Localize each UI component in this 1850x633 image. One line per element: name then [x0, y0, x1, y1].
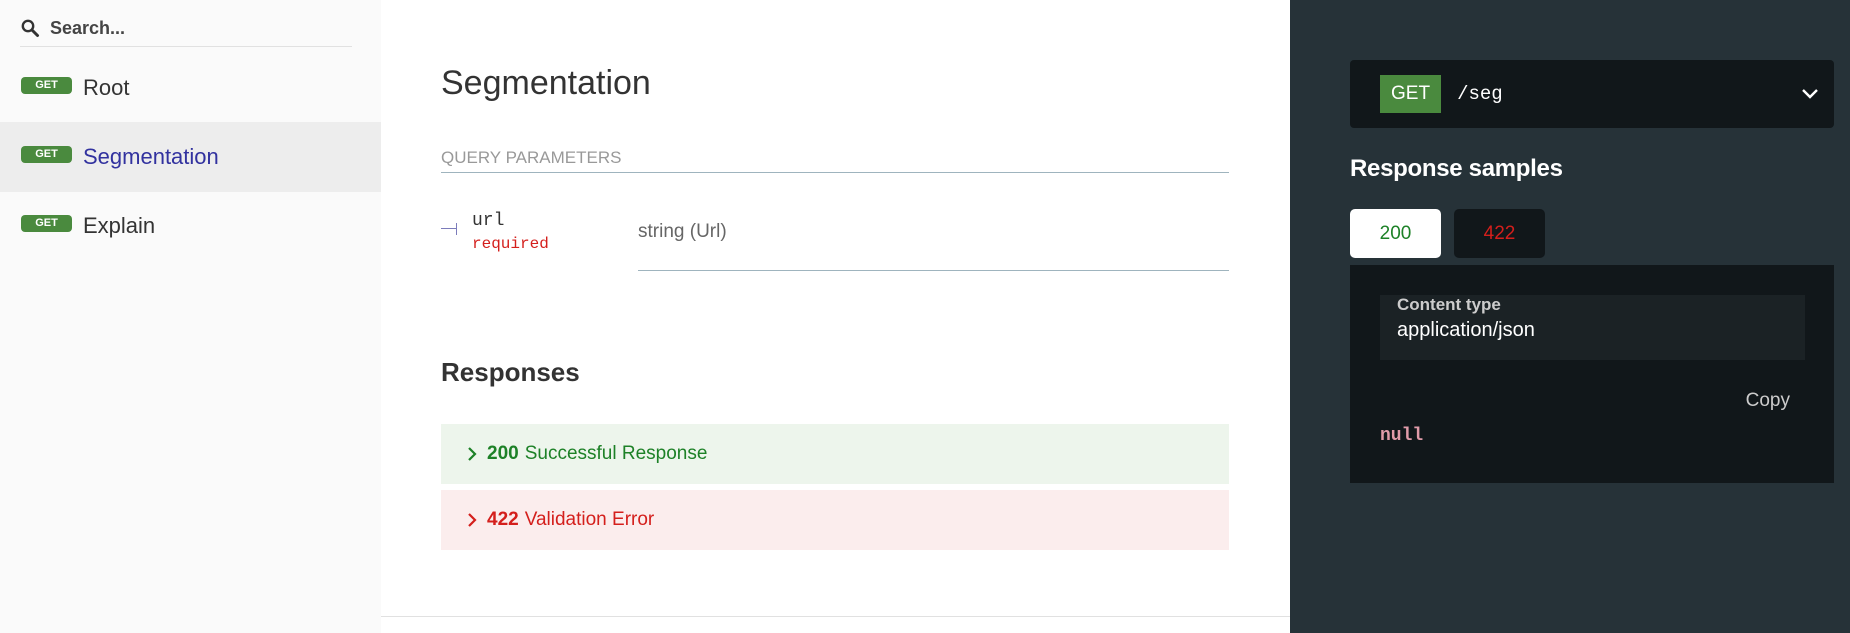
- operation-title: Segmentation: [441, 64, 651, 102]
- sidebar-item-label: Root: [83, 75, 130, 100]
- operation-content: Segmentation QUERY PARAMETERS url requir…: [381, 0, 1290, 633]
- content-type-value: application/json: [1397, 319, 1535, 341]
- param-name: url: [472, 211, 505, 231]
- endpoint-method: GET: [1380, 75, 1442, 113]
- sidebar-item-explain[interactable]: GET Explain: [0, 191, 381, 261]
- sidebar-item-segmentation[interactable]: GET Segmentation: [0, 122, 381, 192]
- param-row: url required string (Url): [441, 205, 1229, 271]
- response-sample: Content type application/json Copy null: [1350, 265, 1834, 483]
- content-type-label: Content type: [1397, 295, 1501, 314]
- search-input[interactable]: [50, 17, 340, 39]
- tab-200[interactable]: 200: [1350, 209, 1441, 258]
- response-code: 200: [487, 443, 519, 464]
- chevron-down-icon: [1802, 89, 1818, 99]
- get-method-badge: GET: [21, 145, 72, 163]
- get-method-badge: GET: [21, 76, 72, 94]
- response-samples-title: Response samples: [1350, 155, 1563, 182]
- sidebar-item-root[interactable]: GET Root: [0, 53, 381, 123]
- query-parameters-header: QUERY PARAMETERS: [441, 148, 1229, 173]
- sample-body: null: [1380, 426, 1424, 446]
- divider: [381, 616, 1290, 617]
- response-422[interactable]: 422 Validation Error: [441, 490, 1229, 550]
- get-method-badge: GET: [21, 214, 72, 232]
- param-required-label: required: [472, 235, 549, 253]
- endpoint-path: /seg: [1457, 83, 1503, 105]
- samples-panel: GET /seg Response samples 200 422 Conten…: [1290, 0, 1850, 633]
- sidebar-item-label: Segmentation: [83, 144, 219, 169]
- param-type: string (Url): [638, 205, 1229, 271]
- response-description: Successful Response: [524, 443, 708, 464]
- chevron-right-icon: [468, 447, 477, 461]
- chevron-right-icon: [468, 513, 477, 527]
- responses-title: Responses: [441, 357, 580, 387]
- param-connector-icon: [441, 223, 458, 235]
- copy-button[interactable]: Copy: [1746, 390, 1790, 412]
- response-description: Validation Error: [524, 509, 655, 530]
- sidebar-item-label: Explain: [83, 213, 156, 238]
- response-code: 422: [487, 509, 519, 530]
- tab-422[interactable]: 422: [1454, 209, 1545, 258]
- search-icon: [21, 19, 39, 37]
- sidebar: GET Root GET Segmentation GET Explain: [0, 0, 381, 633]
- content-type-selector[interactable]: Content type application/json: [1380, 295, 1805, 360]
- search-bar: [20, 10, 352, 47]
- response-200[interactable]: 200 Successful Response: [441, 424, 1229, 484]
- endpoint-dropdown[interactable]: GET /seg: [1350, 60, 1834, 128]
